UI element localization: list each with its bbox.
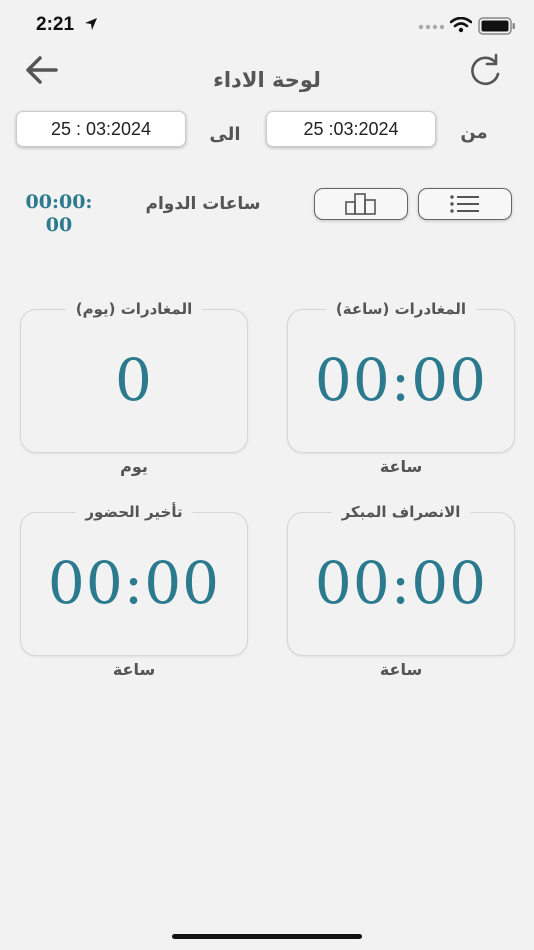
from-date-field[interactable]: 25 :03:2024 (266, 111, 436, 147)
work-hours-value: 00:00:00 (25, 191, 93, 236)
list-view-button[interactable] (418, 188, 512, 220)
status-time: 2:21 (36, 14, 75, 35)
card-title: المغادرات (ساعة) (325, 300, 477, 318)
chart-view-button[interactable] (314, 188, 408, 220)
card-title: المغادرات (يوم) (65, 300, 203, 318)
to-label: الى (209, 124, 241, 145)
card-value: 00:00 (47, 549, 221, 617)
late-arrival-card: تأخير الحضور 00:00 ساعة (20, 503, 248, 679)
signal-dots-icon (418, 24, 444, 30)
from-label: من (460, 122, 488, 143)
refresh-icon (471, 53, 500, 86)
arrow-left-icon (26, 56, 58, 84)
card-title: تأخير الحضور (75, 503, 193, 521)
card-unit: ساعة (76, 660, 192, 679)
location-arrow-icon (85, 18, 97, 30)
departures-hours-card: المغادرات (ساعة) 00:00 ساعة (287, 300, 515, 476)
refresh-button[interactable] (464, 52, 506, 92)
work-hours-label: ساعات الدوام (145, 194, 261, 214)
card-unit: ساعة (343, 457, 459, 476)
card-value: 00:00 (314, 549, 488, 617)
page-title: لوحة الاداء (213, 68, 321, 92)
back-button[interactable] (20, 52, 62, 88)
to-date-field[interactable]: 25 : 03:2024 (16, 111, 186, 147)
bar-chart-icon (345, 193, 376, 215)
wifi-icon (450, 17, 472, 33)
departures-days-card: المغادرات (يوم) 0 يوم (20, 300, 248, 476)
early-leave-card: الانصراف المبكر 00:00 ساعة (287, 503, 515, 679)
card-title: الانصراف المبكر (331, 503, 471, 521)
card-value: 00:00 (314, 346, 488, 414)
card-unit: ساعة (343, 660, 459, 679)
card-value: 0 (115, 346, 153, 414)
card-unit: يوم (84, 457, 184, 476)
list-icon (450, 195, 479, 213)
battery-icon (478, 17, 515, 35)
home-indicator[interactable] (172, 934, 362, 939)
